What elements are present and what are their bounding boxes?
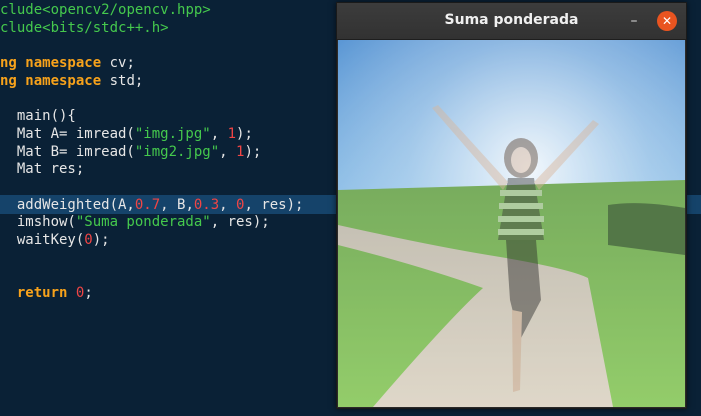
code-line: ng namespace std; xyxy=(0,72,143,90)
code-line: waitKey(0); xyxy=(0,231,110,249)
code-token: std; xyxy=(101,72,144,89)
code-line: Mat res; xyxy=(0,160,84,178)
blended-image-canvas xyxy=(338,40,685,407)
code-token: "img2.jpg" xyxy=(134,143,220,160)
code-token: , xyxy=(219,143,237,160)
code-line: main(){ xyxy=(0,107,76,125)
code-token: clude xyxy=(0,2,43,18)
code-token: "Suma ponderada" xyxy=(75,214,211,231)
code-token: ); xyxy=(236,125,253,142)
code-token: <opencv2/opencv.hpp> xyxy=(42,2,211,18)
code-line: clude<bits/stdc++.h> xyxy=(0,19,169,37)
code-token: <bits/stdc++.h> xyxy=(42,19,169,36)
code-token: Mat res; xyxy=(0,161,85,178)
image-window[interactable]: Suma ponderada – ✕ xyxy=(336,2,687,409)
minimize-button[interactable]: – xyxy=(624,11,644,31)
code-token: waitKey( xyxy=(0,232,85,249)
code-token: 1 xyxy=(227,125,237,142)
code-line: return 0; xyxy=(0,284,93,302)
code-line: Mat A= imread("img.jpg", 1); xyxy=(0,125,253,143)
code-token: Mat A= imread( xyxy=(0,125,135,142)
code-token: , xyxy=(210,125,228,142)
code-token: addWeighted(A, xyxy=(0,196,135,213)
code-token: , B, xyxy=(160,196,194,213)
code-token: ); xyxy=(244,143,262,160)
code-line: ng namespace cv; xyxy=(0,54,135,72)
close-button[interactable]: ✕ xyxy=(657,11,677,31)
code-line: Mat B= imread("img2.jpg", 1); xyxy=(0,143,261,161)
code-token: , xyxy=(219,196,237,213)
code-token: cv; xyxy=(101,55,135,72)
code-token: ng namespace xyxy=(0,55,102,72)
window-titlebar[interactable]: Suma ponderada – ✕ xyxy=(337,3,686,40)
code-token: 0.3 xyxy=(193,196,220,213)
code-line: imshow("Suma ponderada", res); xyxy=(0,213,270,231)
code-token: , res); xyxy=(210,214,270,231)
code-token: Mat B= imread( xyxy=(0,143,135,160)
code-token: ); xyxy=(92,232,110,249)
code-token: return xyxy=(0,285,68,302)
code-token: "img.jpg" xyxy=(134,125,211,142)
code-token: imshow( xyxy=(0,214,76,231)
code-token: clude xyxy=(0,19,43,36)
code-line: clude<opencv2/opencv.hpp> xyxy=(0,1,211,19)
code-token: ; xyxy=(84,285,93,302)
code-token: 0.7 xyxy=(134,196,161,213)
blended-image xyxy=(338,40,685,407)
code-line: addWeighted(A,0.7, B,0.3, 0, res); xyxy=(0,196,304,214)
code-token: 0 xyxy=(84,232,93,249)
code-token: , res); xyxy=(244,196,304,213)
code-token: ng namespace xyxy=(0,72,102,89)
code-token: main(){ xyxy=(0,108,76,125)
